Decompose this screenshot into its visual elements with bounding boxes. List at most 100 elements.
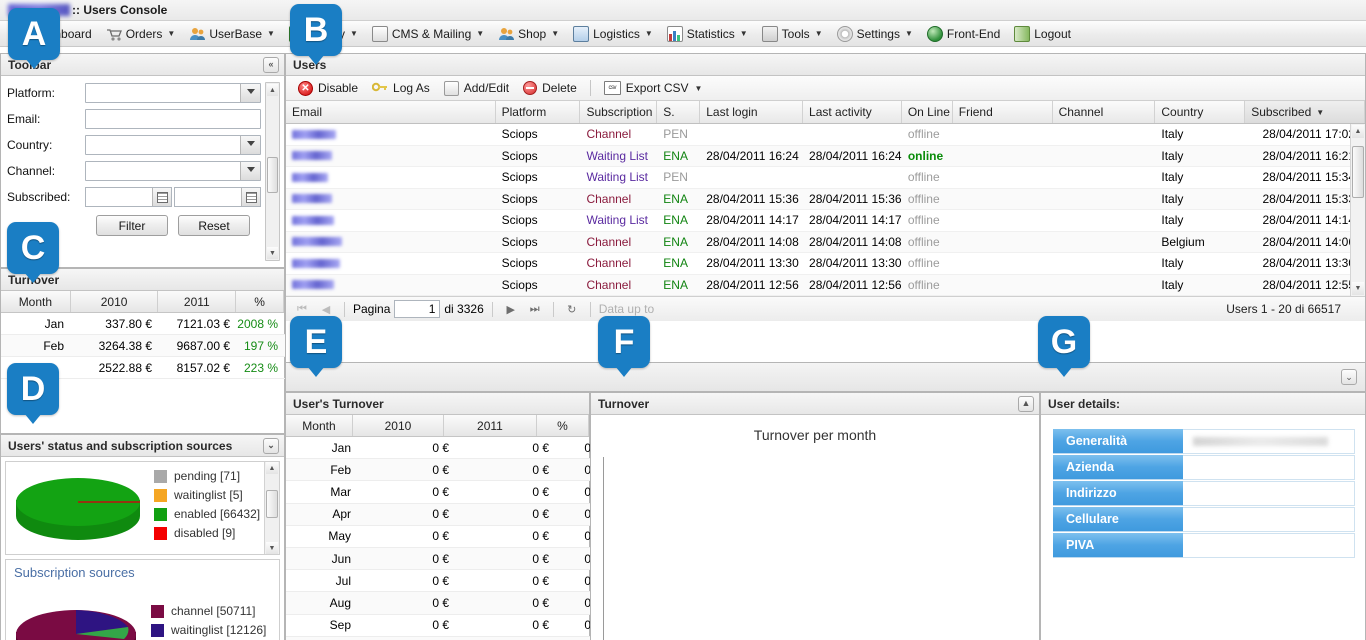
- users-col-country[interactable]: Country: [1155, 101, 1246, 123]
- chevron-down-double-icon[interactable]: ⌄: [263, 437, 279, 454]
- scroll-up-icon[interactable]: ▲: [1352, 125, 1364, 138]
- platform-select[interactable]: [85, 83, 261, 103]
- scroll-up-icon[interactable]: ▲: [267, 84, 278, 96]
- page-number-input[interactable]: [394, 300, 441, 318]
- users-col-last-activity[interactable]: Last activity: [803, 101, 902, 123]
- table-row[interactable]: Sciops Waiting List PEN offline Italy 28/04/2…: [286, 167, 1365, 189]
- table-row[interactable]: Jun0 €0 €0 %: [286, 547, 612, 571]
- user-turnover-col-header[interactable]: Month: [286, 415, 353, 436]
- menu-item-settings[interactable]: Settings ▼: [830, 23, 920, 45]
- annotation-letter: C: [20, 228, 46, 267]
- table-row[interactable]: Sciops Channel ENA 28/04/2011 15:36 28/04/20…: [286, 188, 1365, 210]
- turnover-col-header[interactable]: 2011: [158, 291, 237, 312]
- table-row[interactable]: Sciops Channel ENA 28/04/2011 14:08 28/04/20…: [286, 231, 1365, 253]
- users-grid-scrollbar[interactable]: ▲ ▼: [1350, 124, 1365, 296]
- menu-item-cms-mailing[interactable]: CMS & Mailing ▼: [365, 23, 491, 45]
- table-row[interactable]: Feb0 €0 €0 %: [286, 459, 612, 482]
- users-col-email[interactable]: Email: [286, 101, 496, 123]
- channel-select[interactable]: [85, 161, 261, 181]
- users-col-subscribed[interactable]: Subscribed ▼: [1245, 101, 1365, 123]
- users-col-friend[interactable]: Friend: [953, 101, 1053, 123]
- cell-platform: Sciops: [501, 277, 538, 292]
- reset-button[interactable]: Reset: [178, 215, 250, 236]
- subscribed-to-input[interactable]: [174, 187, 261, 207]
- detail-row: Indirizzo: [1053, 481, 1355, 506]
- cell-status: ENA: [663, 256, 688, 271]
- menu-item-front-end[interactable]: Front-End: [920, 23, 1007, 45]
- table-row[interactable]: Jul0 €0 €0 %: [286, 570, 612, 593]
- subscribed-from-input[interactable]: [85, 187, 172, 207]
- table-row[interactable]: Feb 3264.38 € 9687.00 € 197 %: [1, 335, 285, 357]
- turnover-col-header[interactable]: Month: [1, 291, 71, 312]
- menu-item-userbase[interactable]: UserBase ▼: [182, 23, 282, 45]
- users-col-last-login[interactable]: Last login: [700, 101, 804, 123]
- annotation-badge-c: C: [7, 222, 59, 283]
- action-disable[interactable]: ✕ Disable: [292, 79, 364, 98]
- action-export-csv[interactable]: csv Export CSV ▼: [598, 79, 709, 97]
- user-turnover-col-header[interactable]: 2011: [444, 415, 537, 436]
- cell-friend: [953, 189, 1053, 210]
- calendar-icon[interactable]: [241, 188, 260, 206]
- scrollbar-thumb[interactable]: [266, 489, 278, 518]
- users-col-subscription[interactable]: Subscription: [580, 101, 658, 123]
- scroll-up-icon[interactable]: ▲: [266, 462, 278, 474]
- last-page-icon[interactable]: ⏭: [525, 300, 545, 319]
- scrollbar-thumb[interactable]: [1352, 146, 1364, 198]
- action-log-as[interactable]: Log As: [366, 79, 436, 97]
- menu-item-shop[interactable]: Shop ▼: [491, 23, 566, 45]
- toolbar-scrollbar[interactable]: ▲ ▼: [265, 82, 280, 261]
- users-col-channel[interactable]: Channel: [1053, 101, 1156, 123]
- refresh-icon[interactable]: ↻: [562, 300, 582, 319]
- calendar-icon[interactable]: [152, 188, 171, 206]
- cell-channel: [1053, 210, 1156, 231]
- menu-item-tools[interactable]: Tools ▼: [755, 23, 830, 45]
- table-row[interactable]: Sciops Waiting List ENA 28/04/2011 16:24 28/…: [286, 145, 1365, 167]
- scroll-down-icon[interactable]: ▼: [267, 247, 278, 259]
- table-row[interactable]: Sciops Channel PEN offline Italy 28/04/2011 1…: [286, 124, 1365, 146]
- menu-item-logout[interactable]: Logout: [1007, 23, 1078, 45]
- chevron-left-double-icon[interactable]: «: [263, 56, 279, 73]
- table-row[interactable]: Mar0 €0 €0 %: [286, 481, 612, 504]
- table-row[interactable]: Sciops Channel ENA 28/04/2011 12:56 28/04/20…: [286, 274, 1365, 296]
- table-row[interactable]: Jan 337.80 € 7121.03 € 2008 %: [1, 313, 285, 335]
- col-label: Country: [1161, 105, 1204, 119]
- cell-month: Aug: [329, 595, 351, 610]
- user-turnover-col-header[interactable]: 2010: [353, 415, 444, 436]
- scroll-down-icon[interactable]: ▼: [1352, 282, 1364, 295]
- action-add-edit[interactable]: Add/Edit: [438, 79, 515, 98]
- country-select[interactable]: [85, 135, 261, 155]
- user-turnover-col-header[interactable]: %: [537, 415, 589, 436]
- table-row[interactable]: Aug0 €0 €0 %: [286, 592, 612, 615]
- table-row[interactable]: Sciops Channel ENA 28/04/2011 13:30 28/04/20…: [286, 253, 1365, 275]
- table-row[interactable]: Apr0 €0 €0 %: [286, 503, 612, 526]
- table-row[interactable]: Jan0 €0 €0 %: [286, 437, 612, 460]
- users-col-platform[interactable]: Platform: [496, 101, 581, 123]
- table-row[interactable]: May0 €0 €0 %: [286, 526, 612, 548]
- users-col-on-line[interactable]: On Line: [902, 101, 953, 123]
- cell-2011: 9687.00 €: [176, 338, 230, 353]
- table-row[interactable]: Sciops Waiting List ENA 28/04/2011 14:17 28/…: [286, 210, 1365, 232]
- menu-item-statistics[interactable]: Statistics ▼: [660, 23, 755, 45]
- menu-item-logistics[interactable]: Logistics ▼: [566, 23, 660, 45]
- turnover-col-header[interactable]: 2010: [71, 291, 159, 312]
- chevron-up-icon[interactable]: ▲: [1018, 395, 1034, 412]
- turnover-col-header[interactable]: %: [236, 291, 284, 312]
- menu-item-orders[interactable]: Orders ▼: [99, 23, 183, 45]
- chevron-down-double-icon[interactable]: ⌄: [1341, 369, 1357, 385]
- cell-month: Jan: [44, 316, 64, 331]
- table-row[interactable]: Sep0 €0 €0 %: [286, 615, 612, 637]
- filter-button[interactable]: Filter: [96, 215, 168, 236]
- scrollbar-thumb[interactable]: [267, 157, 278, 194]
- users-rows-container: Sciops Channel PEN offline Italy 28/04/2011 1…: [286, 124, 1365, 296]
- scroll-down-icon[interactable]: ▼: [266, 542, 278, 554]
- email-input[interactable]: [85, 109, 261, 129]
- csv-icon: csv: [603, 81, 621, 95]
- status-pie-scrollbar[interactable]: ▲ ▼: [264, 462, 279, 554]
- next-page-icon[interactable]: ▶: [501, 300, 521, 319]
- cell-last-activity: 28/04/2011 15:36: [809, 191, 902, 206]
- action-delete[interactable]: Delete: [517, 79, 583, 97]
- menu-item-label: Statistics: [686, 26, 735, 41]
- col-label: Last activity: [809, 105, 872, 119]
- users-col-s[interactable]: S.: [657, 101, 701, 123]
- col-label: Friend: [958, 105, 993, 119]
